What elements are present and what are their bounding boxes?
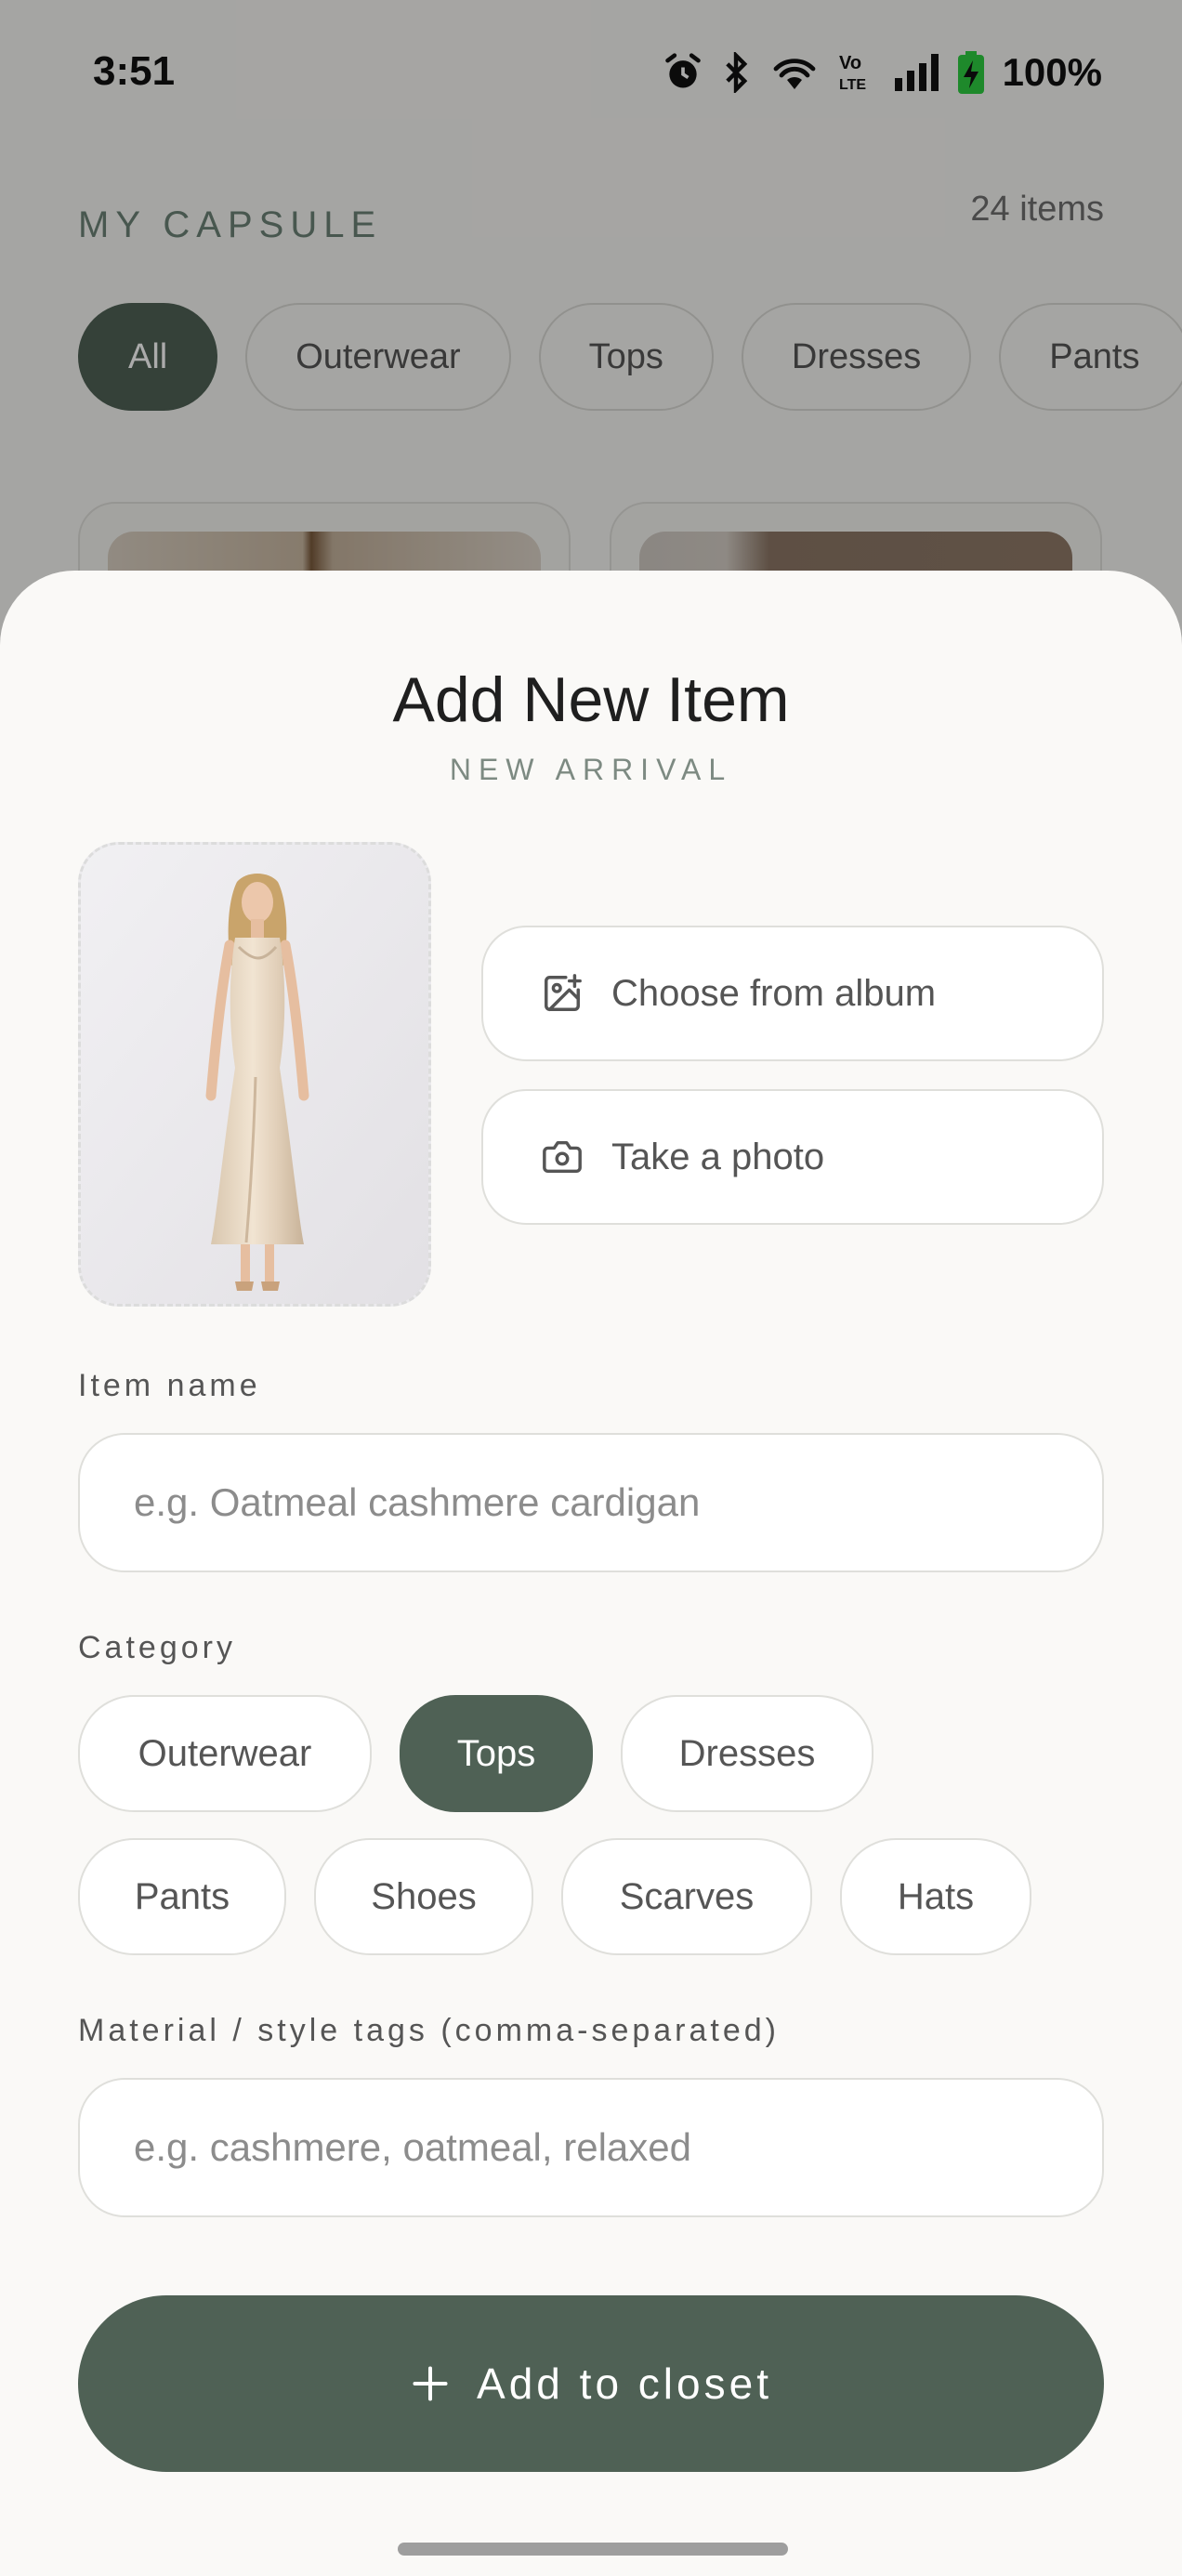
- item-name-input[interactable]: [78, 1433, 1104, 1572]
- take-photo-button[interactable]: Take a photo: [481, 1089, 1104, 1225]
- photo-preview[interactable]: [78, 842, 431, 1307]
- home-indicator[interactable]: [398, 2543, 788, 2556]
- category-chip-scarves[interactable]: Scarves: [561, 1838, 812, 1955]
- category-chip-shoes[interactable]: Shoes: [314, 1838, 533, 1955]
- sheet-subtitle: NEW ARRIVAL: [449, 753, 733, 786]
- item-name-label: Item name: [78, 1368, 261, 1403]
- category-row-1: Outerwear Tops Dresses: [78, 1695, 873, 1812]
- category-chip-dresses[interactable]: Dresses: [621, 1695, 873, 1812]
- category-chip-hats[interactable]: Hats: [840, 1838, 1031, 1955]
- add-to-closet-button[interactable]: Add to closet: [78, 2295, 1104, 2472]
- category-chip-tops[interactable]: Tops: [400, 1695, 593, 1812]
- category-label: Category: [78, 1630, 236, 1665]
- add-item-sheet: Add New Item NEW ARRIVAL Choose from alb…: [0, 571, 1182, 2576]
- tags-label: Material / style tags (comma-separated): [78, 2013, 780, 2048]
- category-row-2: Pants Shoes Scarves Hats: [78, 1838, 1031, 1955]
- add-image-icon: [541, 972, 584, 1015]
- plus-icon: [410, 2363, 451, 2404]
- tags-input[interactable]: [78, 2078, 1104, 2217]
- dress-photo: [81, 845, 428, 1304]
- add-to-closet-label: Add to closet: [477, 2359, 772, 2408]
- take-photo-label: Take a photo: [611, 1136, 825, 1177]
- category-chip-pants[interactable]: Pants: [78, 1838, 286, 1955]
- choose-from-album-button[interactable]: Choose from album: [481, 926, 1104, 1061]
- camera-icon: [541, 1136, 584, 1178]
- choose-from-album-label: Choose from album: [611, 972, 937, 1014]
- sheet-title: Add New Item: [392, 664, 790, 735]
- category-chip-outerwear[interactable]: Outerwear: [78, 1695, 372, 1812]
